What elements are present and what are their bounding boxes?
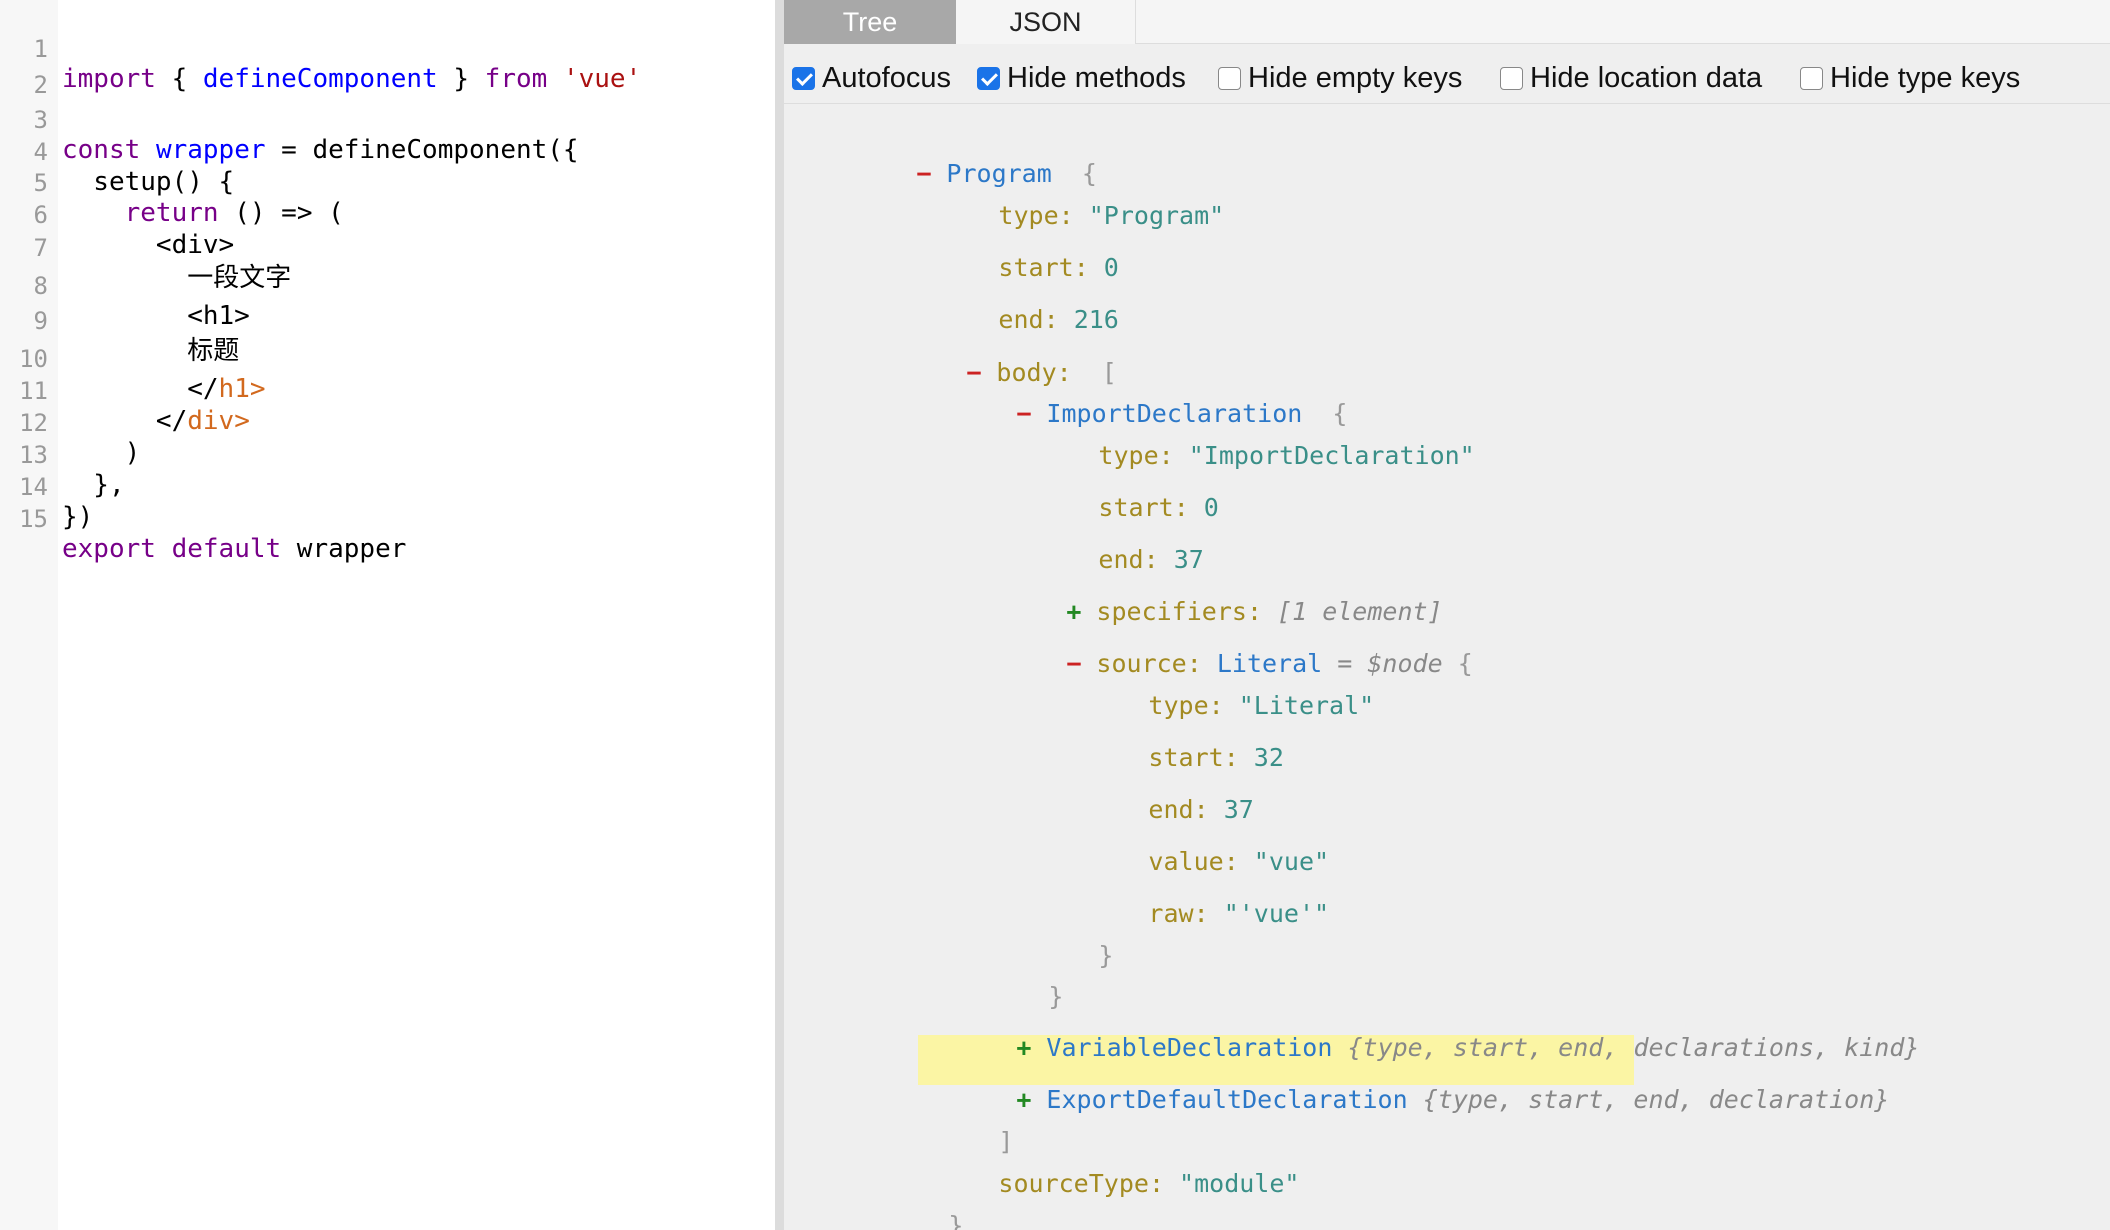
code-line: 10 </h1> — [0, 314, 265, 404]
code-line: 1 import { defineComponent } from 'vue' — [0, 4, 642, 94]
tree-prop-start: start: 0 — [1098, 493, 1219, 522]
code-text: } — [437, 64, 485, 94]
hide-location-data-label[interactable]: Hide location data — [1530, 52, 1762, 104]
tree-prop-type: type: "ImportDeclaration" — [1098, 441, 1475, 470]
code-line: 6 <div> — [0, 170, 235, 260]
tree-prop-source[interactable]: − source: Literal = $node { — [946, 604, 1472, 678]
tab-json[interactable]: JSON — [956, 0, 1136, 44]
keyword-default: default — [171, 534, 282, 564]
prop-key: raw — [1148, 899, 1194, 928]
hide-empty-keys-label[interactable]: Hide empty keys — [1248, 52, 1462, 104]
prop-value: 0 — [1203, 493, 1219, 522]
tree-prop-type: type: "Literal" — [1148, 691, 1375, 720]
prop-value: "ImportDeclaration" — [1188, 441, 1475, 470]
code-line: 5 return () => ( — [0, 138, 344, 228]
close-brace-program: } — [828, 1166, 963, 1230]
tree-prop-specifiers[interactable]: + specifiers: [1 element] — [946, 552, 1442, 626]
prop-value: "'vue'" — [1223, 899, 1330, 928]
code-text: 一段文字 — [62, 263, 292, 293]
code-line: 14 }) — [0, 442, 94, 532]
code-line: 3 const wrapper = defineComponent({ — [0, 75, 579, 165]
tree-prop-type: type: "Program" — [998, 201, 1225, 230]
autofocus-label[interactable]: Autofocus — [822, 52, 951, 104]
tree-prop-end: end: 37 — [1098, 545, 1204, 574]
hide-empty-keys-checkbox[interactable] — [1218, 67, 1241, 90]
tree-prop-end: end: 216 — [998, 305, 1119, 334]
expand-toggle[interactable]: + — [1016, 1080, 1046, 1120]
tree-prop-body[interactable]: − body: [ — [846, 313, 1116, 387]
tree-prop-value: value: "vue" — [1148, 847, 1330, 876]
prop-key: sourceType — [998, 1169, 1149, 1198]
astexplorer-app: 1 import { defineComponent } from 'vue' … — [0, 0, 2110, 1230]
close-brace: } — [948, 1211, 964, 1230]
code-line: 2 — [0, 40, 94, 99]
code-line: 9 标题 — [0, 276, 240, 366]
node-type-name[interactable]: ExportDefaultDeclaration — [1046, 1085, 1407, 1114]
code-line: 8 <h1> — [0, 241, 250, 331]
line-number: 15 — [19, 505, 48, 533]
hide-methods-label[interactable]: Hide methods — [1007, 52, 1186, 104]
hide-methods-checkbox[interactable] — [977, 67, 1000, 90]
tree-prop-start: start: 32 — [1148, 743, 1284, 772]
close-brace: } — [1098, 941, 1114, 970]
ast-tree: − Program { type: "Program" start: 0 end:… — [784, 105, 2110, 1230]
code-line: 13 }, — [0, 410, 125, 500]
code-line: 4 setup() { — [0, 107, 235, 197]
close-brace-import: } — [928, 937, 1063, 1011]
code-line: 12 ) — [0, 378, 140, 468]
ast-output-panel: Tree JSON Autofocus Hide methods Hide em… — [784, 0, 2110, 1230]
close-bracket-body: ] — [878, 1082, 1013, 1156]
prop-value: 32 — [1253, 743, 1284, 772]
panel-splitter[interactable] — [775, 0, 784, 1230]
identifier-wrapper: wrapper — [155, 135, 266, 165]
code-text: = defineComponent({ — [265, 135, 579, 165]
open-brace: { — [1457, 649, 1473, 678]
code-line: 15 export default wrapper — [0, 474, 406, 564]
prop-value: "module" — [1179, 1169, 1300, 1198]
code-line: 7 一段文字 — [0, 203, 292, 293]
tree-node-program[interactable]: − Program { — [796, 114, 1097, 188]
output-tabs: Tree JSON — [784, 0, 2110, 44]
tree-prop-raw: raw: "'vue'" — [1148, 899, 1330, 928]
autofocus-checkbox[interactable] — [792, 67, 815, 90]
tree-node-import-declaration[interactable]: − ImportDeclaration { — [896, 354, 1347, 428]
code-text: wrapper — [281, 534, 407, 564]
tree-prop-end: end: 37 — [1148, 795, 1254, 824]
tree-prop-source-type: sourceType: "module" — [998, 1169, 1300, 1198]
hide-type-keys-label[interactable]: Hide type keys — [1830, 52, 2020, 104]
collapsed-summary: {type, start, end, declaration} — [1422, 1085, 1890, 1114]
tree-options-bar: Autofocus Hide methods Hide empty keys H… — [784, 52, 2110, 104]
identifier-defineComponent: defineComponent — [202, 64, 438, 94]
tree-prop-start: start: 0 — [998, 253, 1119, 282]
code-text: () => ( — [218, 198, 344, 228]
hide-type-keys-checkbox[interactable] — [1800, 67, 1823, 90]
close-brace-source: } — [978, 896, 1113, 970]
tree-node-variable-declaration[interactable]: + VariableDeclaration {type, start, end, … — [896, 988, 1919, 1062]
tree-node-export-default-declaration[interactable]: + ExportDefaultDeclaration {type, start, … — [896, 1040, 1889, 1114]
keyword-from: from — [484, 64, 548, 94]
hide-location-data-checkbox[interactable] — [1500, 67, 1523, 90]
code-line: 11 </div> — [0, 346, 250, 436]
closing-tag: h1> — [218, 374, 266, 404]
closing-tag: div> — [187, 406, 250, 436]
tab-tree[interactable]: Tree — [784, 0, 956, 44]
string-vue: 'vue' — [562, 64, 642, 94]
keyword-export: export — [62, 534, 156, 564]
code-text: { — [155, 64, 203, 94]
code-editor[interactable]: 1 import { defineComponent } from 'vue' … — [0, 0, 775, 1230]
